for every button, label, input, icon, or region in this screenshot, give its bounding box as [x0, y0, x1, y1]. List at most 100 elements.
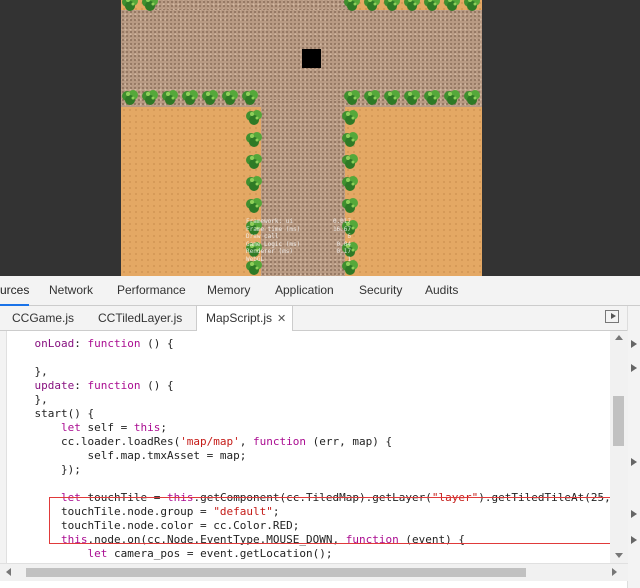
sand-area-left	[121, 107, 261, 276]
profiler-stat-label: WebGL	[246, 255, 265, 263]
profiler-stat-row: Frame time (ms) 16.67	[246, 226, 351, 234]
profiler-stat-row: Game Logic (ms) 0.04	[246, 241, 351, 249]
tab-security[interactable]: Security	[359, 276, 402, 304]
code-line: start() {	[8, 407, 95, 420]
profiler-stat-value: 1	[347, 255, 351, 263]
profiler-stat-label: Draw call	[246, 233, 279, 241]
tab-memory[interactable]: Memory	[207, 276, 250, 304]
right-sidebar-gutter	[627, 306, 640, 588]
bush-icon	[245, 152, 263, 170]
bush-icon	[463, 88, 481, 106]
bush-icon	[341, 196, 359, 214]
tab-performance[interactable]: Performance	[117, 276, 186, 304]
game-preview: Framework: ui 0.017 Frame time (ms) 16.67 Dr…	[0, 0, 640, 276]
scroll-right-arrow-icon[interactable]	[612, 568, 617, 576]
bush-icon	[383, 0, 401, 12]
scroll-up-arrow-icon[interactable]	[615, 335, 623, 340]
code-line: update: function () {	[34, 379, 174, 392]
bush-icon	[241, 88, 259, 106]
expand-arrow-icon[interactable]	[631, 510, 637, 518]
vertical-scroll-thumb[interactable]	[613, 396, 624, 446]
profiler-stat-value: 0.017	[332, 218, 351, 225]
bush-icon	[245, 108, 263, 126]
profiler-stat-value: 0.17	[336, 248, 351, 256]
profiler-stat-row: WebGL 1	[246, 256, 351, 264]
code-line: let camera_pos = event.getLocation();	[87, 547, 333, 560]
toggle-navigator-icon[interactable]	[605, 310, 619, 323]
bush-icon	[343, 88, 361, 106]
bush-icon	[245, 174, 263, 192]
code-line: },	[8, 393, 48, 406]
bush-icon	[443, 88, 461, 106]
profiler-stat-label: Framework: ui	[246, 218, 293, 225]
code-line: self.map.tmxAsset = map;	[8, 449, 247, 462]
tab-audits[interactable]: Audits	[425, 276, 458, 304]
bush-icon	[423, 88, 441, 106]
profiler-stat-value: 6	[347, 233, 351, 241]
horizontal-scroll-thumb[interactable]	[26, 568, 526, 577]
panel-tab-bar: urces Network Performance Memory Applica…	[0, 276, 640, 306]
bush-icon	[161, 88, 179, 106]
file-tab-ccgame[interactable]: CCGame.js	[12, 306, 74, 330]
bush-icon	[443, 0, 461, 12]
bush-icon	[221, 88, 239, 106]
bush-icon	[343, 0, 361, 12]
code-line: cc.loader.loadRes('map/map', function (e…	[8, 435, 393, 448]
bush-icon	[463, 0, 481, 12]
tab-sources[interactable]: urces	[0, 276, 30, 306]
expand-arrow-icon[interactable]	[631, 536, 637, 544]
profiler-stat-label: Frame time (ms)	[246, 225, 301, 233]
bush-icon	[245, 130, 263, 148]
bush-icon	[341, 174, 359, 192]
bush-icon	[423, 0, 441, 12]
file-tab-label: MapScript.js	[206, 311, 273, 325]
bush-icon	[121, 88, 139, 106]
sand-area-right	[345, 107, 482, 276]
file-tab-cctiledlayer[interactable]: CCTiledLayer.js	[98, 306, 182, 330]
code-line: },	[8, 365, 48, 378]
code-line: this.node.on(cc.Node.EventType.MOUSE_DOW…	[60, 533, 465, 546]
tab-application[interactable]: Application	[275, 276, 334, 304]
profiler-stat-row: Framework: ui 0.017	[246, 218, 351, 226]
code-line: onLoad: function () {	[34, 337, 174, 350]
scroll-left-arrow-icon[interactable]	[6, 568, 11, 576]
code-line: let touchTile = this.getComponent(cc.Til…	[60, 491, 610, 504]
profiler-stat-row: Draw call 6	[246, 233, 351, 241]
file-tab-bar: CCGame.js CCTiledLayer.js MapScript.js ✕	[0, 306, 640, 331]
bush-icon	[383, 88, 401, 106]
bush-icon	[201, 88, 219, 106]
line-number-gutter	[0, 331, 7, 563]
tiled-map[interactable]: Framework: ui 0.017 Frame time (ms) 16.67 Dr…	[121, 0, 482, 276]
profiler-stat-label: Game Logic (ms)	[246, 240, 301, 248]
bush-icon	[141, 88, 159, 106]
expand-arrow-icon[interactable]	[631, 340, 637, 348]
devtools-panel: urces Network Performance Memory Applica…	[0, 276, 640, 588]
bush-icon	[403, 88, 421, 106]
bush-icon	[121, 0, 139, 12]
code-line: });	[8, 463, 81, 476]
bush-icon	[363, 0, 381, 12]
code-editor[interactable]: onLoad: function () { }, update: functio…	[0, 331, 610, 563]
code-line: touchTile.node.color = cc.Color.RED;	[8, 519, 300, 532]
profiler-stats: Framework: ui 0.017 Frame time (ms) 16.67 Dr…	[246, 218, 351, 264]
profiler-stat-label: Renderer (ms)	[246, 248, 293, 256]
profiler-stat-row: Renderer (ms) 0.17	[246, 248, 351, 256]
bush-icon	[363, 88, 381, 106]
expand-arrow-icon[interactable]	[631, 458, 637, 466]
code-line: touchTile.node.group = "default";	[8, 505, 280, 518]
file-tab-mapscript[interactable]: MapScript.js ✕	[196, 306, 294, 331]
close-icon[interactable]: ✕	[277, 313, 286, 325]
code-line: let self = this;	[60, 421, 167, 434]
bush-icon	[181, 88, 199, 106]
tab-network[interactable]: Network	[49, 276, 93, 304]
expand-arrow-icon[interactable]	[631, 364, 637, 372]
bush-icon	[245, 196, 263, 214]
bush-icon	[341, 108, 359, 126]
bush-icon	[341, 152, 359, 170]
scroll-down-arrow-icon[interactable]	[615, 553, 623, 558]
horizontal-scrollbar[interactable]	[0, 563, 628, 581]
bush-icon	[141, 0, 159, 12]
profiler-stat-value: 0.04	[336, 240, 351, 248]
bush-icon	[403, 0, 421, 12]
vertical-scrollbar[interactable]	[610, 331, 628, 563]
